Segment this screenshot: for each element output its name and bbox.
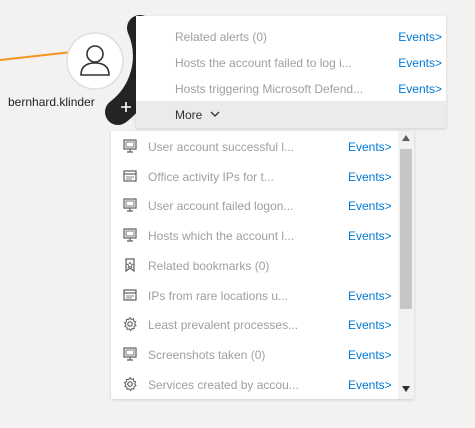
scrollbar[interactable] (398, 131, 414, 399)
more-button[interactable]: More (136, 101, 446, 128)
events-link[interactable]: Events> (398, 56, 442, 70)
gear-icon (123, 376, 137, 391)
list-item[interactable]: IPs from rare locations u... Events> (111, 280, 397, 310)
scrollbar-thumb[interactable] (400, 149, 412, 309)
entity-node[interactable] (66, 32, 124, 90)
graph-edge (0, 51, 73, 61)
list-item-label: IPs from rare locations u... (148, 288, 289, 303)
list-item[interactable]: User account failed logon... Events> (111, 190, 397, 220)
menu-item-hosts-triggering-defender[interactable]: Hosts triggering Microsoft Defend... Eve… (136, 76, 446, 102)
list-item[interactable]: Related bookmarks (0) (111, 250, 397, 280)
events-link[interactable]: Events> (348, 140, 392, 154)
menu-item-label: Hosts triggering Microsoft Defend... (175, 82, 364, 96)
events-link[interactable]: Events> (348, 229, 392, 243)
events-link[interactable]: Events> (398, 30, 442, 44)
list-item[interactable]: Screenshots taken (0) Events> (111, 339, 397, 369)
list-item-label: Office activity IPs for t... (148, 169, 274, 184)
menu-item-label: Hosts the account failed to log i... (175, 56, 352, 70)
menu-item-related-alerts[interactable]: Related alerts (0) Events> (136, 24, 446, 50)
menu-item-hosts-failed-login[interactable]: Hosts the account failed to log i... Eve… (136, 50, 446, 76)
list-item-label: User account successful l... (148, 140, 295, 154)
more-list-panel: User account successful l... Events> Offic… (111, 131, 414, 399)
list-item-label: Least prevalent processes... (148, 318, 299, 333)
more-label: More (175, 108, 203, 122)
list-item[interactable]: Services created by accou... Events> (111, 369, 397, 399)
events-link[interactable]: Events> (348, 348, 392, 362)
window-icon (123, 288, 137, 301)
list-item-label: User account failed logon... (148, 199, 294, 214)
scroll-up-arrow-icon[interactable] (402, 135, 410, 141)
window-icon (123, 170, 137, 182)
events-link[interactable]: Events> (348, 170, 392, 184)
gear-icon (123, 316, 137, 332)
list-item-label: Hosts which the account l... (148, 229, 295, 244)
list-item[interactable]: Least prevalent processes... Events> (111, 309, 397, 339)
bookmark-icon (125, 258, 135, 272)
list-item[interactable]: User account successful l... Events> (111, 131, 397, 161)
entity-node-label: bernhard.klinder (8, 95, 95, 109)
events-link[interactable]: Events> (348, 318, 392, 332)
chevron-down-icon (210, 111, 220, 117)
monitor-icon (123, 139, 137, 153)
scroll-down-arrow-icon[interactable] (402, 386, 410, 392)
monitor-icon (123, 198, 137, 212)
list-item-label: Related bookmarks (0) (148, 258, 270, 273)
list-item-label: Screenshots taken (0) (148, 347, 266, 362)
menu-item-label: Related alerts (0) (175, 30, 268, 44)
list-item-label: Services created by accou... (148, 377, 299, 392)
events-link[interactable]: Events> (348, 199, 392, 213)
events-link[interactable]: Events> (348, 378, 392, 392)
list-item[interactable]: Hosts which the account l... Events> (111, 220, 397, 250)
radial-menu-panel: Related alerts (0) Events> Hosts the acc… (136, 16, 446, 128)
monitor-icon (123, 347, 137, 361)
events-link[interactable]: Events> (348, 289, 392, 303)
list-item[interactable]: Office activity IPs for t... Events> (111, 161, 397, 191)
events-link[interactable]: Events> (398, 82, 442, 96)
monitor-icon (123, 228, 137, 242)
